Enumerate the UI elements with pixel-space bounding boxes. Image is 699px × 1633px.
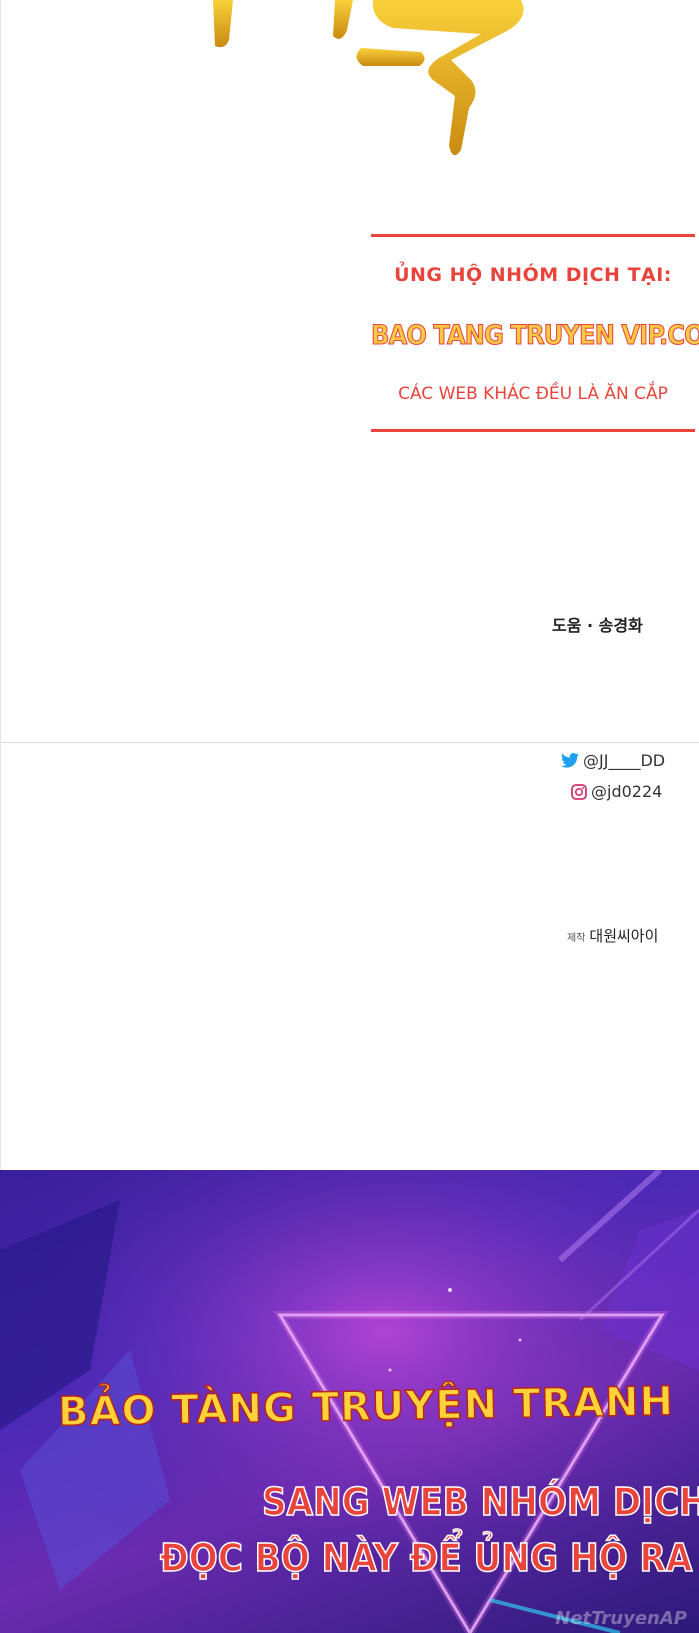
assist-credit: 도움 · 송경화 [552,616,643,635]
production-label: 제작 [567,933,586,944]
twitter-credit: @JJ____DD [561,751,665,770]
twitter-handle: @JJ____DD [583,751,666,770]
notice-site-name: BAO TANG TRUYEN VIP.COM [371,320,699,352]
credits-panel: @JJ____DD @jd0224 제작 대원씨아이 [0,742,699,1171]
notice-bottom-rule [371,429,695,432]
promo-subtitle-1: SANG WEB NHÓM DỊCH [261,1479,699,1525]
translator-notice: ỦNG HỘ NHÓM DỊCH TẠI: BAO TANG TRUYEN VI… [371,234,699,432]
instagram-icon [571,783,587,800]
gold-brush-strokes [213,0,524,156]
promo-banner: BẢO TÀNG TRUYỆN TRANH SANG WEB NHÓM DỊCH… [0,1170,699,1633]
instagram-credit: @jd0224 [571,782,662,801]
production-company: 대원씨아이 [589,927,659,945]
production-credit: 제작 대원씨아이 [567,925,658,946]
notice-top-rule [371,234,695,237]
notice-warning-text: CÁC WEB KHÁC ĐỀU LÀ ĂN CẮP [398,384,668,404]
site-watermark: NetTruyenAP [555,1608,687,1629]
twitter-bird-icon [561,753,579,768]
promo-subtitle-2: ĐỌC BỘ NÀY ĐỂ ỦNG HỘ RA C [159,1535,699,1581]
notice-support-text: ỦNG HỘ NHÓM DỊCH TẠI: [394,264,672,286]
instagram-handle: @jd0224 [591,782,663,801]
comic-panel-ending: ỦNG HỘ NHÓM DỊCH TẠI: BAO TANG TRUYEN VI… [0,0,699,742]
